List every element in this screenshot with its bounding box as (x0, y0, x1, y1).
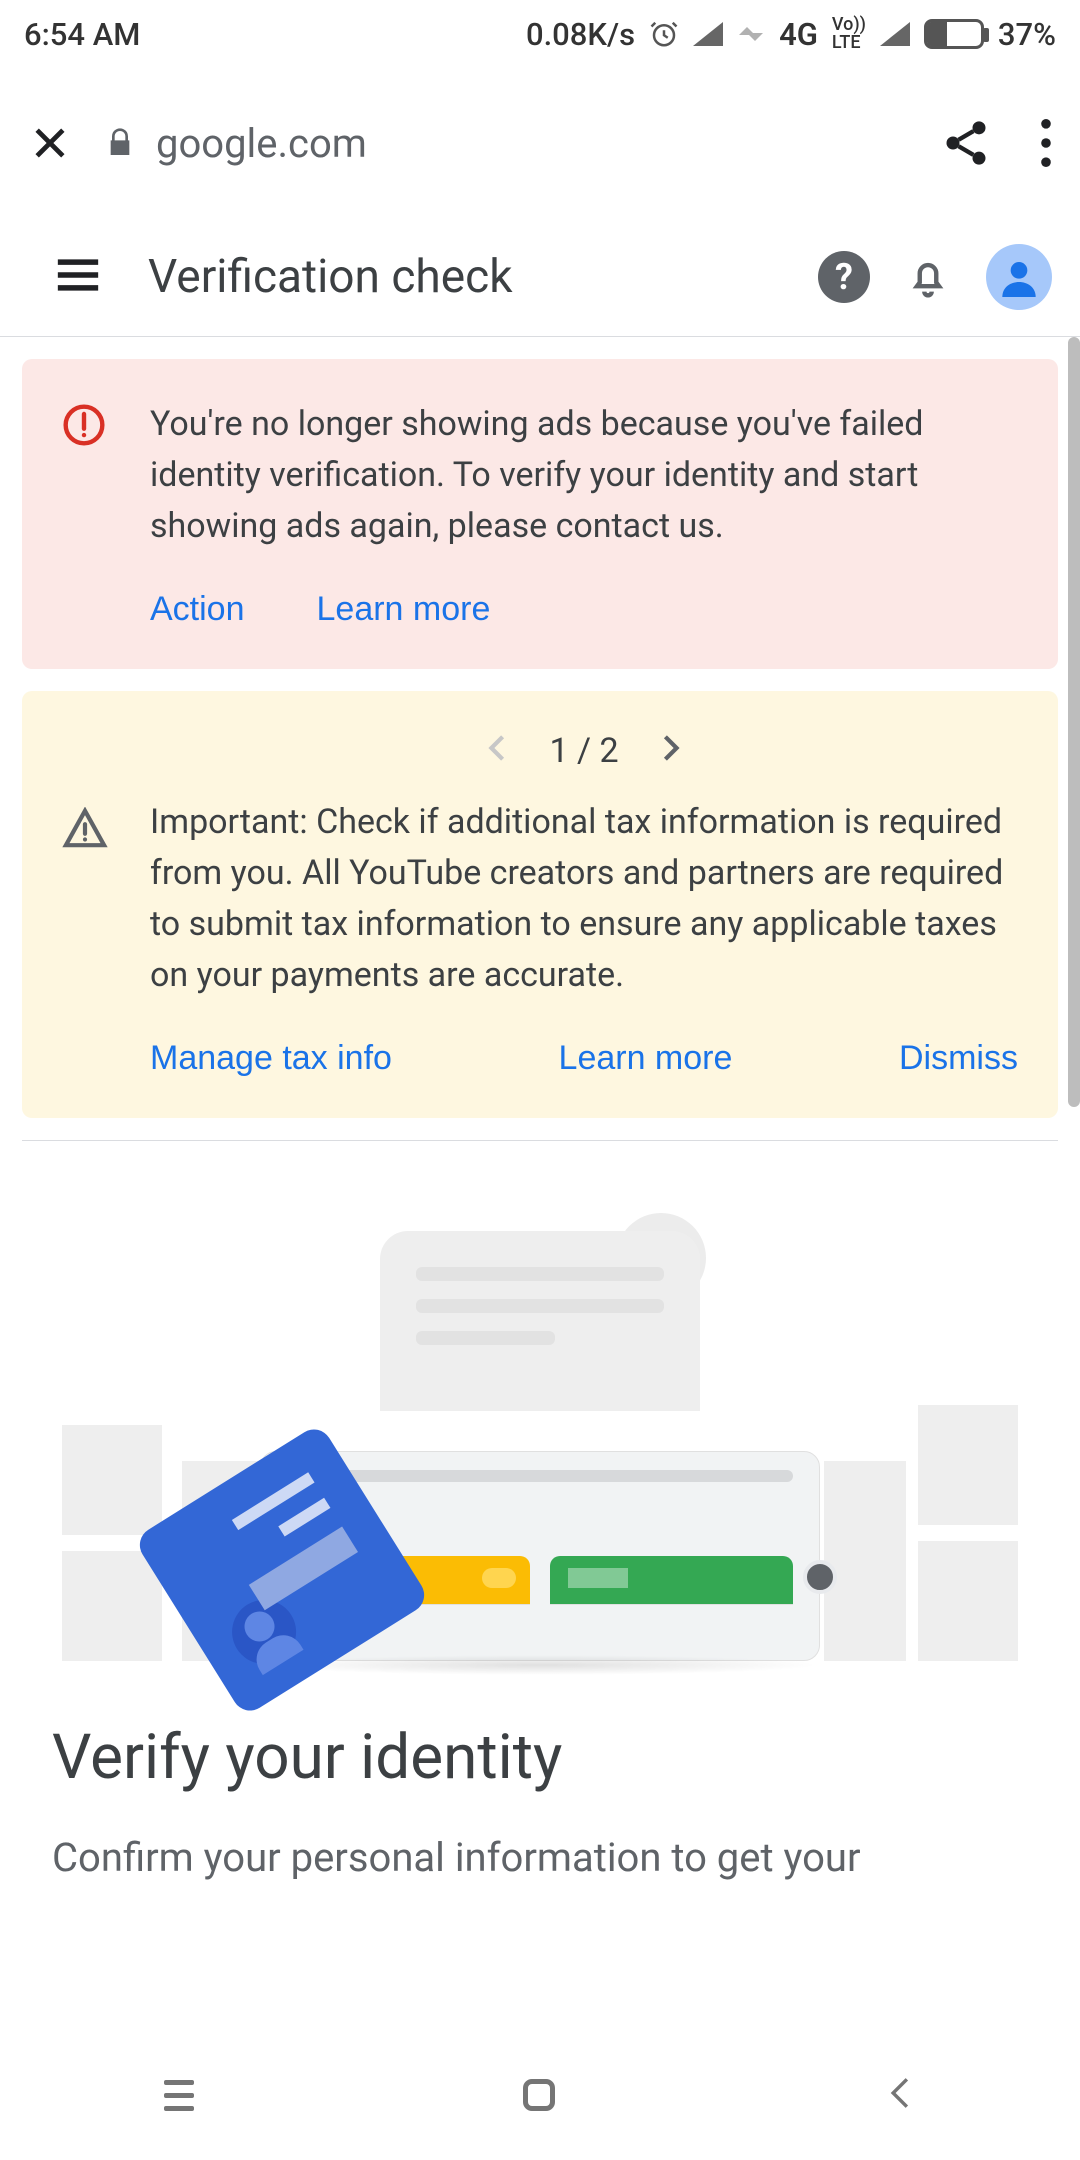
page-header: Verification check ? (0, 218, 1080, 337)
pager-count: 1 / 2 (549, 731, 618, 771)
scrollbar[interactable] (1068, 337, 1080, 1237)
alert-pager: 1 / 2 (150, 731, 1018, 771)
hamburger-icon[interactable] (56, 257, 100, 297)
content-area: You're no longer showing ads because you… (0, 337, 1080, 1903)
battery-icon (924, 19, 984, 49)
dismiss-button[interactable]: Dismiss (899, 1039, 1018, 1078)
android-status-bar: 6:54 AM 0.08K/s 4G Vo))LTE 37% (0, 0, 1080, 68)
manage-tax-info-button[interactable]: Manage tax info (150, 1039, 392, 1078)
action-button[interactable]: Action (150, 590, 245, 629)
sub-heading: Confirm your personal information to get… (22, 1794, 1058, 1881)
main-heading: Verify your identity (22, 1721, 1058, 1794)
signal-icon-2 (880, 22, 910, 46)
help-icon[interactable]: ? (818, 251, 870, 303)
status-time: 6:54 AM (24, 16, 140, 53)
data-arrows-icon (737, 19, 765, 49)
status-battery-pct: 37% (998, 16, 1056, 53)
recents-button[interactable] (164, 2080, 194, 2111)
address-bar[interactable]: google.com (104, 120, 367, 167)
warning-icon (62, 731, 110, 1078)
android-navbar (0, 2030, 1080, 2160)
close-icon[interactable] (28, 121, 72, 165)
alarm-icon (649, 19, 679, 49)
more-icon[interactable] (1040, 119, 1052, 167)
url-text: google.com (156, 120, 367, 167)
alert-error-text: You're no longer showing ads because you… (150, 399, 1018, 552)
status-net-label: 4G (779, 16, 818, 53)
browser-toolbar: google.com (0, 68, 1080, 218)
avatar[interactable] (986, 244, 1052, 310)
signal-icon (693, 22, 723, 46)
chevron-right-icon[interactable] (659, 731, 683, 771)
status-net-speed: 0.08K/s (526, 16, 635, 53)
home-button[interactable] (523, 2079, 555, 2111)
alert-warning: 1 / 2 Important: Check if additional tax… (22, 691, 1058, 1118)
back-button[interactable] (884, 2077, 916, 2113)
status-volte: Vo))LTE (832, 16, 866, 52)
alert-error: You're no longer showing ads because you… (22, 359, 1058, 669)
verify-section: Verify your identity Confirm your person… (22, 1140, 1058, 1881)
learn-more-button[interactable]: Learn more (559, 1039, 733, 1078)
lock-icon (104, 124, 136, 162)
identity-illustration (62, 1221, 1018, 1661)
error-icon (62, 399, 110, 629)
share-icon[interactable] (940, 117, 992, 169)
chevron-left-icon[interactable] (485, 731, 509, 771)
bell-icon[interactable] (906, 252, 950, 302)
learn-more-button[interactable]: Learn more (317, 590, 491, 629)
page-title: Verification check (148, 250, 513, 304)
alert-warning-text: Important: Check if additional tax infor… (150, 797, 1018, 1001)
